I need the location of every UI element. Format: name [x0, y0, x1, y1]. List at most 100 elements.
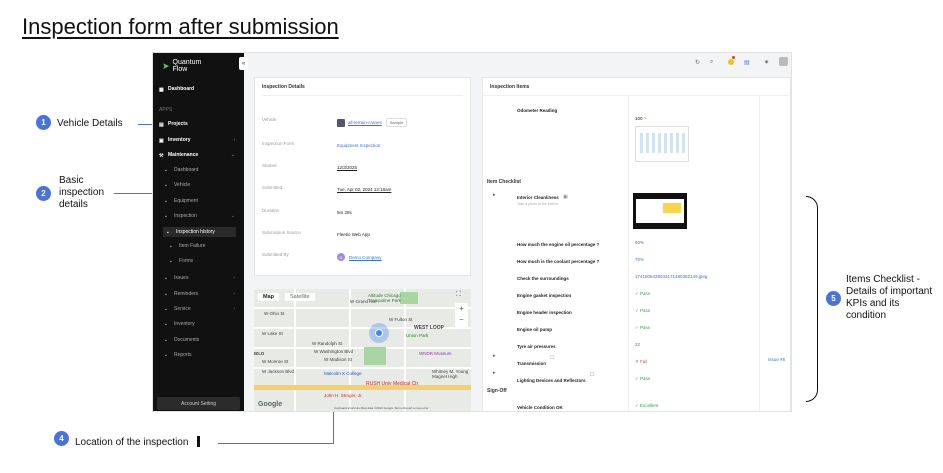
sidebar-label: Reports	[174, 352, 192, 358]
map-label: Whitney M. Young Magnet High	[432, 369, 469, 379]
sidebar-item-documents[interactable]: ▪ Documents	[165, 337, 200, 344]
interior-photo[interactable]	[633, 193, 687, 229]
map-label: WNDR Museum	[419, 351, 452, 356]
checklist-row-label: How much the engine oil percentage ?	[517, 242, 600, 247]
form-link[interactable]: Equipment Inspection	[337, 143, 380, 148]
checklist-row-label: Lighting Devices and Reflectors	[517, 378, 586, 383]
submitted-by-link[interactable]: Demo Company	[349, 255, 382, 260]
sidebar-item-service[interactable]: ▪ Service ›	[165, 306, 239, 313]
sidebar-item-inspection[interactable]: ▪ Inspection ⌄	[165, 213, 239, 220]
row-value-text: 22	[635, 342, 641, 347]
odometer-photo[interactable]	[635, 126, 689, 162]
started-value: 12/3/2025	[337, 165, 358, 170]
search-icon[interactable]: ⌕	[710, 59, 716, 65]
vehicle-link[interactable]: all-terrain-cranes	[348, 120, 382, 125]
expand-chevron-icon[interactable]: ▸	[493, 353, 496, 359]
callout-location: Location of the inspection	[75, 437, 189, 448]
checklist-row-label: How much is the coolant percentage ?	[517, 259, 600, 264]
row-value-text: 70%	[635, 257, 645, 262]
sidebar-item-dashboard[interactable]: ▦ Dashboard	[159, 86, 194, 93]
map-road	[294, 289, 296, 411]
comment-icon: ☐	[550, 355, 555, 361]
top-bar: ↻ ⌕ ▤ ✷	[244, 53, 791, 71]
sidebar-item-vehicle[interactable]: ▪ Vehicle	[165, 182, 190, 189]
map-label: Altitude Chicago Trampoline Park	[368, 293, 401, 303]
map-label: W Fulton St	[389, 317, 413, 322]
sidebar-item-equipment[interactable]: ▪ Equipment	[165, 198, 198, 205]
row-value-text: Pass	[640, 291, 651, 296]
sidebar: ➤ Quantum Flow « ▦ Dashboard APPS ▤ Projec…	[153, 53, 248, 411]
checklist-row-value: 60%	[635, 240, 644, 245]
location-map[interactable]: Map Satellite ⛶ + − W Grand Ave Altitude …	[254, 289, 471, 411]
history-icon: ▪	[167, 229, 169, 236]
sidebar-label: Item Failure	[179, 243, 206, 249]
submitted-label: Submitted	[262, 185, 283, 190]
map-label: W Lake St	[262, 331, 283, 336]
map-label: Malcolm X College	[324, 371, 362, 376]
map-road	[254, 307, 471, 309]
callout-badge-4: 4	[54, 431, 69, 446]
chevron-right-icon: ›	[233, 137, 235, 143]
vehicle-label: Vehicle	[262, 117, 277, 122]
checklist-row-label: Engine gasket inspection	[517, 293, 572, 298]
callout-basic-details: Basic inspection details	[59, 175, 105, 210]
apps-grid-icon[interactable]: ▤	[744, 59, 750, 66]
zoom-controls[interactable]: + −	[455, 303, 468, 327]
sidebar-label: Service	[174, 306, 191, 312]
logo-icon: ➤	[162, 60, 170, 71]
refresh-icon[interactable]: ↻	[695, 59, 701, 66]
sidebar-item-inventory-sub[interactable]: ▪ Inventory	[165, 321, 195, 328]
duration-value: 5m 28s	[337, 210, 352, 215]
user-avatar: D	[337, 253, 345, 261]
sidebar-item-inventory[interactable]: ▣ Inventory ›	[159, 137, 239, 144]
map-label: W Ohio St	[264, 311, 285, 316]
sidebar-item-maintenance[interactable]: ⚒ Maintenance ⌄	[159, 152, 239, 159]
fullscreen-icon[interactable]: ⛶	[456, 291, 461, 299]
odometer-number: 100	[635, 116, 643, 121]
sidebar-item-sub-dashboard[interactable]: ▪ Dashboard	[165, 167, 198, 174]
sample-chip: Sample	[385, 118, 408, 127]
issues-icon: ▪	[165, 275, 167, 282]
sidebar-item-forms[interactable]: ▪ Forms	[170, 258, 193, 265]
column-divider	[628, 96, 629, 411]
row-value-text: 60%	[635, 240, 645, 245]
account-setting-button[interactable]: Account Setting	[157, 397, 240, 410]
avatar[interactable]	[779, 57, 788, 66]
sidebar-label: Documents	[174, 337, 200, 343]
bell-icon: ▪	[165, 291, 167, 298]
sidebar-item-inspection-history[interactable]: ▪ Inspection history	[163, 227, 236, 237]
equipment-icon: ▪	[165, 198, 167, 205]
sidebar-item-reminders[interactable]: ▪ Reminders ›	[165, 291, 239, 298]
vehicle-thumbnail	[337, 118, 345, 127]
expand-chevron-icon[interactable]: ▸	[493, 370, 496, 376]
checklist-row-label: Engine header inspection	[517, 310, 572, 315]
map-footer: Keyboard shortcuts Map data ©2024 Google…	[334, 406, 429, 410]
checklist-row-value[interactable]: 1741805428033171480382149.jpeg	[635, 274, 707, 279]
sidebar-item-item-failure[interactable]: ▪ Item Failure	[170, 243, 206, 250]
sidebar-item-projects[interactable]: ▤ Projects	[159, 121, 188, 128]
dashboard-icon: ▪	[165, 167, 167, 174]
map-label: W Monroe St	[262, 359, 289, 364]
map-label: RUSH Univ Medical Ctr	[366, 381, 419, 387]
vehicle-condition-value: ✓ Excellent	[635, 403, 658, 409]
truck-icon: ▪	[165, 182, 167, 189]
settings-icon[interactable]: ✷	[764, 59, 770, 66]
chevron-right-icon: ›	[233, 275, 235, 281]
checklist-bracket	[806, 196, 818, 402]
vehicle-value: all-terrain-cranes Sample	[337, 118, 408, 127]
map-road	[254, 347, 471, 349]
sidebar-label: Inventory	[174, 321, 195, 327]
service-icon: ▪	[165, 306, 167, 313]
map-label: Union Park	[406, 333, 429, 338]
inspection-items-card: Inspection Items Odometer Reading 100 ✎ …	[482, 77, 791, 411]
map-tab-map[interactable]: Map	[258, 293, 279, 301]
notification-bell-icon[interactable]	[728, 59, 734, 65]
sidebar-item-issues[interactable]: ▪ Issues ›	[165, 275, 239, 282]
map-label: W Madison St	[324, 357, 353, 362]
issue-link[interactable]: Issue #8	[768, 357, 785, 362]
sidebar-label: Projects	[168, 121, 188, 127]
expand-chevron-icon[interactable]: ▸	[493, 192, 496, 198]
map-tab-satellite[interactable]: Satellite	[285, 293, 315, 301]
sidebar-label: Issues	[174, 275, 189, 281]
sidebar-item-reports[interactable]: ▪ Reports	[165, 352, 192, 359]
